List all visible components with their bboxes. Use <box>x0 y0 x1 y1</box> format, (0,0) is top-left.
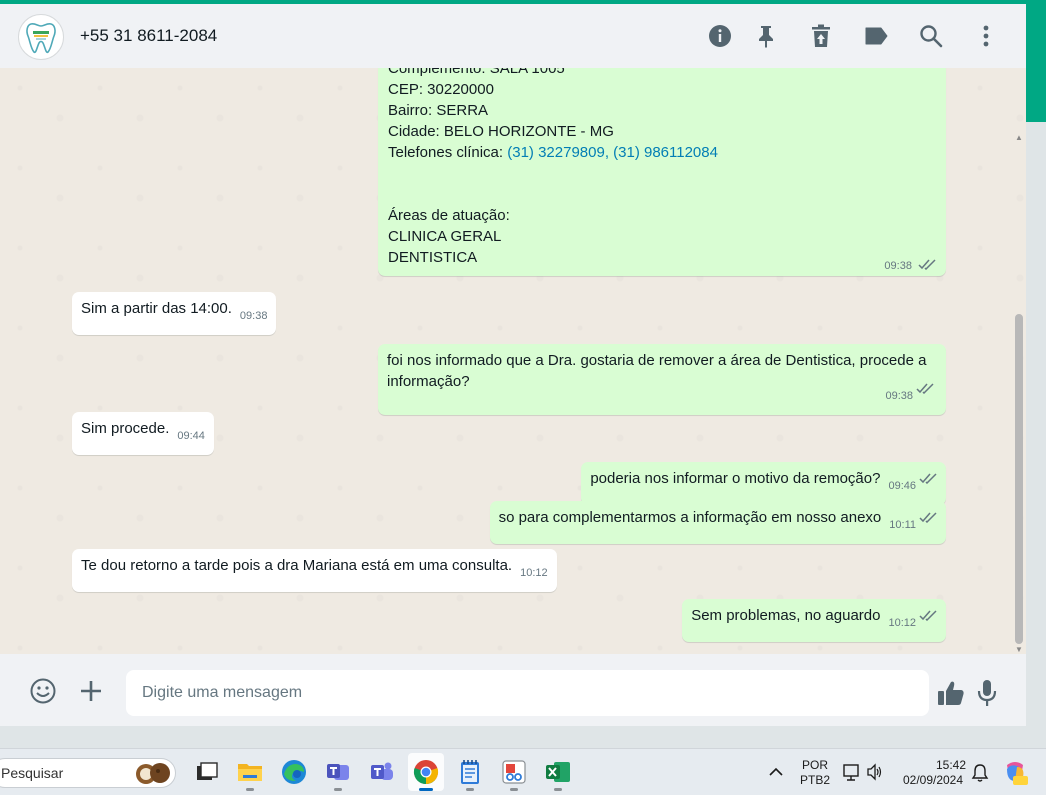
message-list[interactable]: Complemento: SALA 1005 CEP: 30220000 Bai… <box>0 68 1026 654</box>
area-item: DENTISTICA <box>388 249 478 266</box>
read-ticks-icon <box>919 512 937 523</box>
coconut-widget-icon[interactable] <box>134 761 172 785</box>
contact-name[interactable]: +55 31 8611-2084 <box>80 26 217 46</box>
search-icon[interactable] <box>917 22 945 50</box>
desktop-gap <box>0 726 1046 748</box>
message-time: 09:38 <box>885 390 913 402</box>
language-indicator[interactable]: POR PTB2 <box>796 758 834 788</box>
message-text: Sim a partir das 14:00. <box>81 300 232 317</box>
running-indicator <box>554 788 562 791</box>
running-indicator <box>466 788 474 791</box>
message-text: CEP: 30220000 <box>388 81 494 98</box>
pin-icon[interactable] <box>752 22 780 50</box>
task-view-icon[interactable] <box>192 757 222 787</box>
message-bubble-incoming[interactable]: Te dou retorno a tarde pois a dra Marian… <box>72 549 557 592</box>
message-time: 09:44 <box>177 430 205 442</box>
avatar[interactable] <box>18 14 64 60</box>
teams-icon[interactable] <box>323 757 353 791</box>
copilot-icon[interactable] <box>1001 759 1029 787</box>
message-text: Te dou retorno a tarde pois a dra Marian… <box>81 557 513 574</box>
message-text: Cidade: BELO HORIZONTE - MG <box>388 123 614 140</box>
excel-icon[interactable] <box>543 757 573 791</box>
read-ticks-icon <box>919 610 937 621</box>
microphone-icon[interactable] <box>972 678 1002 708</box>
message-bubble-outgoing[interactable]: Sem problemas, no aguardo 10:12 <box>682 599 946 642</box>
edge-browser-icon[interactable] <box>279 757 309 787</box>
notification-bell-icon[interactable] <box>971 763 989 783</box>
message-time: 09:38 <box>239 310 268 322</box>
message-text: poderia nos informar o motivo da remoção… <box>590 470 881 487</box>
chrome-icon[interactable] <box>408 753 444 791</box>
message-text: Sim procede. <box>81 420 170 437</box>
delete-icon[interactable] <box>807 22 835 50</box>
info-icon[interactable] <box>706 22 734 50</box>
scroll-down-arrow[interactable]: ▼ <box>1015 646 1023 654</box>
composer <box>0 654 1026 726</box>
snipping-tool-icon[interactable] <box>499 757 529 791</box>
message-text: Bairro: SERRA <box>388 102 489 119</box>
file-explorer-icon[interactable] <box>235 757 265 791</box>
message-time: 10:12 <box>888 617 916 629</box>
message-bubble-outgoing[interactable]: poderia nos informar o motivo da remoção… <box>581 462 946 505</box>
message-text: so para complementarmos a informação em … <box>498 509 882 526</box>
phones-line: Telefones clínica: (31) 32279809, (31) 9… <box>388 144 718 161</box>
read-ticks-icon <box>916 383 934 394</box>
message-time: 09:38 <box>884 260 912 272</box>
keyboard-layout: PTB2 <box>799 773 830 787</box>
language-code: POR <box>801 758 828 772</box>
message-time: 10:12 <box>520 567 548 579</box>
emoji-icon[interactable] <box>28 676 58 706</box>
message-bubble-outgoing[interactable]: so para complementarmos a informação em … <box>489 501 946 544</box>
message-bubble-incoming[interactable]: Sim a partir das 14:00. 09:38 <box>72 292 277 335</box>
thumbs-up-icon[interactable] <box>936 678 966 708</box>
message-meta: 09:38 <box>884 259 936 272</box>
clock-time: 15:42 <box>935 758 966 772</box>
read-ticks-icon <box>918 259 936 270</box>
running-indicator <box>334 788 342 791</box>
windows-taskbar: Pesquisar POR PTB2 15:42 02/09/2024 <box>0 748 1046 795</box>
message-bubble-outgoing[interactable]: Complemento: SALA 1005 CEP: 30220000 Bai… <box>378 68 946 276</box>
message-input[interactable] <box>126 670 929 716</box>
scroll-up-arrow[interactable]: ▲ <box>1015 134 1023 142</box>
running-indicator <box>246 788 254 791</box>
phones-label: Telefones clínica: <box>388 144 508 161</box>
message-time: 09:46 <box>888 480 916 492</box>
message-text: Sem problemas, no aguardo <box>691 607 881 624</box>
clock[interactable]: 15:42 02/09/2024 <box>898 758 968 788</box>
whatsapp-window: +55 31 8611-2084 Complemento: SALA 1005 … <box>0 4 1026 726</box>
message-time: 10:11 <box>889 519 916 531</box>
chat-header: +55 31 8611-2084 <box>0 4 1026 68</box>
message-text: Complemento: SALA 1005 <box>388 68 565 77</box>
more-options-icon[interactable] <box>972 22 1000 50</box>
read-ticks-icon <box>919 473 937 484</box>
tooth-logo-icon <box>26 23 56 54</box>
clock-date: 02/09/2024 <box>902 773 964 787</box>
background-accent <box>1026 4 1046 122</box>
message-bubble-outgoing[interactable]: foi nos informado que a Dra. gostaria de… <box>378 344 946 415</box>
running-indicator <box>510 788 518 791</box>
taskbar-search-label: Pesquisar <box>1 765 64 781</box>
chevron-up-icon[interactable] <box>768 765 784 779</box>
area-item: CLINICA GERAL <box>388 228 502 245</box>
active-indicator <box>419 788 433 791</box>
message-bubble-incoming[interactable]: Sim procede. 09:44 <box>72 412 214 455</box>
teams-work-icon[interactable] <box>367 757 397 787</box>
network-volume-icon[interactable] <box>842 763 884 781</box>
phones-link[interactable]: (31) 32279809, (31) 986112084 <box>507 144 718 161</box>
attach-plus-icon[interactable] <box>76 676 106 706</box>
areas-title: Áreas de atuação: <box>388 207 510 224</box>
scrollbar-thumb[interactable] <box>1015 314 1023 644</box>
label-icon[interactable] <box>862 22 890 50</box>
notepad-icon[interactable] <box>455 757 485 791</box>
